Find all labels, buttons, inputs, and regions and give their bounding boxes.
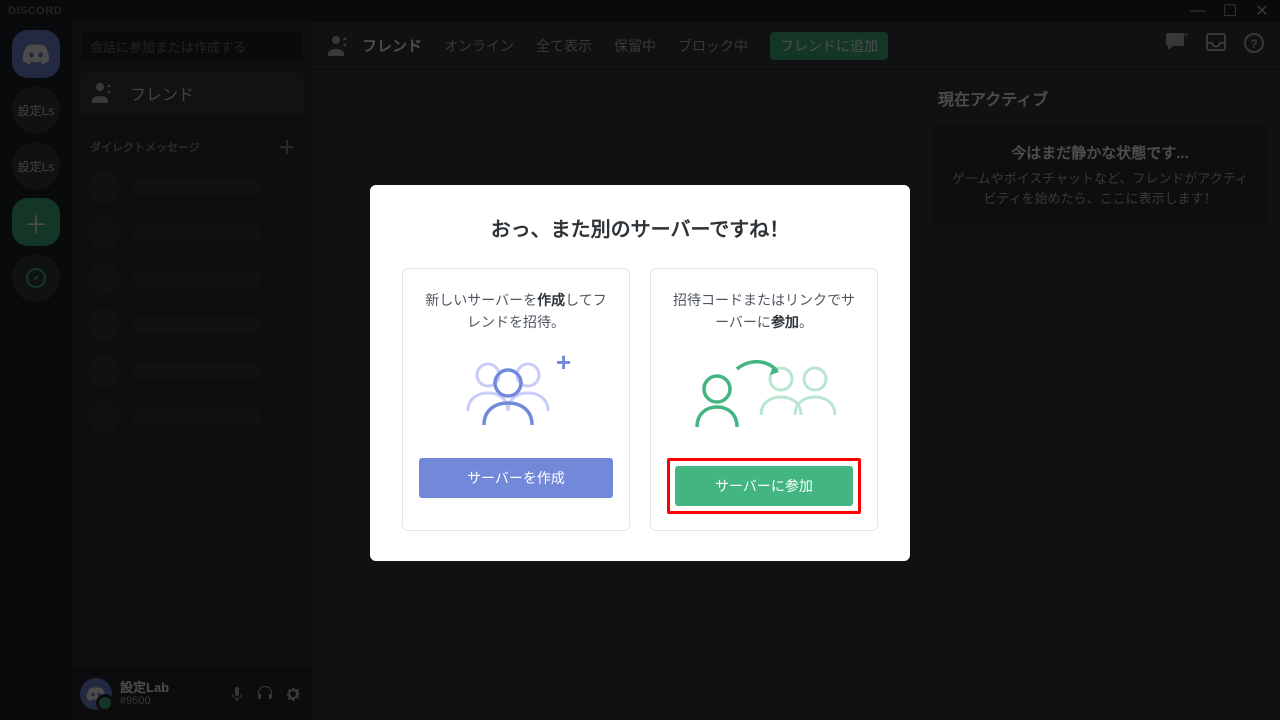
join-card-desc: 招待コードまたはリンクでサーバーに参加。 [667,289,861,334]
server-modal: おっ、また別のサーバーですね！ 新しいサーバーを作成してフレンドを招待。 [370,185,910,561]
join-graphic [667,352,861,436]
modal-title: おっ、また別のサーバーですね！ [402,213,878,242]
join-server-card: 招待コードまたはリンクでサーバーに参加。 [650,268,878,531]
create-server-button[interactable]: サーバーを作成 [419,458,613,498]
svg-text:+: + [556,353,571,377]
highlight-annotation: サーバーに参加 [667,458,861,514]
modal-cards: 新しいサーバーを作成してフレンドを招待。 + サーバーを作成 [402,268,878,531]
create-card-desc: 新しいサーバーを作成してフレンドを招待。 [419,289,613,334]
modal-overlay[interactable]: おっ、また別のサーバーですね！ 新しいサーバーを作成してフレンドを招待。 [0,0,1280,720]
create-server-card: 新しいサーバーを作成してフレンドを招待。 + サーバーを作成 [402,268,630,531]
create-graphic: + [419,352,613,436]
join-server-button[interactable]: サーバーに参加 [675,466,853,506]
